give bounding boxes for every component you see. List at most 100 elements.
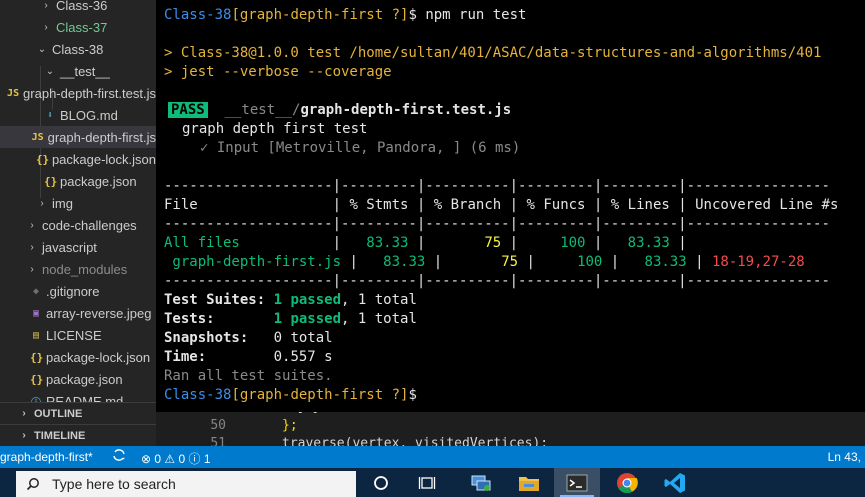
cursor-position-status[interactable]: Ln 43,: [828, 450, 861, 464]
npm-run-line: > Class-38@1.0.0 test /home/sultan/401/A…: [164, 45, 822, 61]
coverage-table-header: File | % Stmts | % Branch | % Funcs | % …: [164, 197, 839, 213]
suite-name: graph depth first test: [182, 121, 368, 137]
network-app-icon[interactable]: [458, 468, 504, 497]
time-summary: Time: 0.557 s: [164, 349, 333, 365]
outline-section-header[interactable]: › OUTLINE: [0, 402, 156, 424]
windows-taskbar: Type here to search: [0, 468, 865, 497]
coverage-table-separator: --------------------|---------|---------…: [164, 216, 830, 232]
folder-label: node_modules: [42, 261, 128, 277]
folder-label: Class-38: [52, 41, 104, 57]
folder-label: Class-37: [56, 19, 108, 35]
terminal-prompt-line: Class-38[graph-depth-first ?]$ npm run t…: [164, 7, 527, 23]
coverage-table-separator: --------------------|---------|---------…: [164, 273, 830, 289]
git-file-icon: ◆: [32, 285, 40, 297]
test-case-line: ✓ Input [Metroville, Pandora, ] (6 ms): [200, 140, 521, 156]
timeline-section-header[interactable]: › TIMELINE: [0, 424, 156, 446]
chevron-right-icon: ›: [22, 430, 26, 441]
file-package-lock-json[interactable]: {} package-lock.json: [0, 148, 156, 170]
image-file-icon: ▣: [32, 307, 40, 319]
folder-class-36[interactable]: › Class-36: [0, 0, 156, 16]
json-file-icon: {}: [30, 350, 44, 364]
chevron-right-icon: ›: [44, 0, 48, 11]
folder-label: javascript: [42, 239, 97, 255]
file-explorer-icon[interactable]: [506, 468, 552, 497]
json-file-icon: {}: [44, 174, 58, 188]
tests-summary: Tests: 1 passed, 1 total: [164, 311, 417, 327]
file-graph-depth-first-test[interactable]: JS graph-depth-first.test.js: [0, 82, 156, 104]
folder-javascript[interactable]: › javascript: [0, 236, 156, 258]
folder-label: code-challenges: [42, 217, 137, 233]
problems-status[interactable]: ⊗ 0 ⚠ 0 ⓘ 1: [141, 450, 211, 467]
terminal-prompt-line: Class-38[graph-depth-first ?]$: [164, 387, 417, 403]
outline-label: OUTLINE: [34, 407, 83, 420]
markdown-file-icon: ⬇: [46, 109, 54, 121]
status-bar: graph-depth-first* ⊗ 0 ⚠ 0 ⓘ 1 Ln 43,: [0, 446, 865, 468]
git-branch-status[interactable]: graph-depth-first*: [0, 450, 93, 464]
terminal-panel[interactable]: Class-38[graph-depth-first ?]$ npm run t…: [156, 0, 865, 412]
folder-label: Class-36: [56, 0, 108, 13]
chevron-right-icon: ›: [44, 21, 48, 33]
test-result-line: PASS __test__/graph-depth-first.test.js: [168, 101, 511, 120]
coverage-table-separator: --------------------|---------|---------…: [164, 178, 830, 194]
json-file-icon: {}: [30, 372, 44, 386]
javascript-file-icon: JS: [31, 131, 44, 143]
editor-line: 50};: [210, 418, 298, 433]
folder-test[interactable]: ⌄ __test__: [0, 60, 156, 82]
search-placeholder: Type here to search: [52, 476, 176, 492]
folder-class-38[interactable]: ⌄ Class-38: [0, 38, 156, 60]
folder-class-37[interactable]: › Class-37: [0, 16, 156, 38]
file-root-package-lock-json[interactable]: {} package-lock.json: [0, 346, 156, 368]
code-editor[interactable]: [ ] 50}; 51traverse(vertex, visitedVerti…: [156, 412, 865, 446]
folder-label: __test__: [60, 63, 110, 79]
javascript-file-icon: JS: [7, 87, 20, 99]
file-label: LICENSE: [46, 327, 102, 343]
chevron-down-icon: ⌄: [45, 65, 55, 77]
file-label: array-reverse.jpeg: [46, 305, 152, 321]
chevron-right-icon: ›: [22, 408, 26, 419]
timeline-label: TIMELINE: [34, 429, 86, 442]
file-blog-md[interactable]: ⬇ BLOG.md: [0, 104, 156, 126]
file-gitignore[interactable]: ◆ .gitignore: [0, 280, 156, 302]
folder-label: img: [52, 195, 73, 211]
coverage-row-all-files: All files | 83.33 | 75 | 100 | 83.33 |: [164, 235, 687, 251]
file-package-json[interactable]: {} package.json: [0, 170, 156, 192]
file-label: package.json: [46, 371, 123, 387]
chevron-right-icon: ›: [30, 219, 34, 231]
chevron-right-icon: ›: [30, 263, 34, 275]
sync-icon[interactable]: [112, 448, 126, 465]
coverage-row-graph-depth-first: graph-depth-first.js | 83.33 | 75 | 100 …: [164, 254, 805, 270]
file-array-reverse-jpeg[interactable]: ▣ array-reverse.jpeg: [0, 302, 156, 324]
chrome-icon[interactable]: [604, 468, 650, 497]
chevron-down-icon: ⌄: [37, 43, 47, 55]
test-suites-summary: Test Suites: 1 passed, 1 total: [164, 292, 417, 308]
cortana-icon[interactable]: [358, 468, 404, 497]
chevron-right-icon: ›: [40, 197, 44, 209]
file-license[interactable]: ▤ LICENSE: [0, 324, 156, 346]
folder-code-challenges[interactable]: › code-challenges: [0, 214, 156, 236]
license-file-icon: ▤: [32, 329, 40, 341]
taskbar-search-box[interactable]: Type here to search: [16, 471, 356, 497]
explorer-sidebar: › Class-36 › Class-37 ⌄ Class-38 ⌄ __test__ …: [0, 0, 156, 446]
file-root-package-json[interactable]: {} package.json: [0, 368, 156, 390]
file-label: package-lock.json: [46, 349, 151, 365]
file-label: BLOG.md: [60, 107, 118, 123]
snapshots-summary: Snapshots: 0 total: [164, 330, 333, 346]
file-label: graph-depth-first.test.js: [23, 85, 156, 101]
pass-badge: PASS: [168, 102, 208, 118]
folder-img[interactable]: › img: [0, 192, 156, 214]
editor-line: 51 traverse(vertex, visitedVertices);: [210, 436, 549, 446]
search-icon: [26, 478, 39, 491]
folder-node-modules[interactable]: › node_modules: [0, 258, 156, 280]
file-label: package.json: [60, 173, 137, 189]
ran-all-suites: Ran all test suites.: [164, 368, 333, 384]
file-label: package-lock.json: [51, 151, 156, 167]
json-file-icon: {}: [35, 152, 50, 166]
file-graph-depth-first[interactable]: JS graph-depth-first.js: [0, 126, 156, 148]
file-label: graph-depth-first.js: [47, 129, 156, 145]
terminal-icon[interactable]: [554, 468, 600, 497]
jest-command-line: > jest --verbose --coverage: [164, 64, 392, 80]
file-label: .gitignore: [46, 283, 100, 299]
chevron-right-icon: ›: [30, 241, 34, 253]
task-view-icon[interactable]: [404, 468, 450, 497]
vscode-icon[interactable]: [652, 468, 698, 497]
